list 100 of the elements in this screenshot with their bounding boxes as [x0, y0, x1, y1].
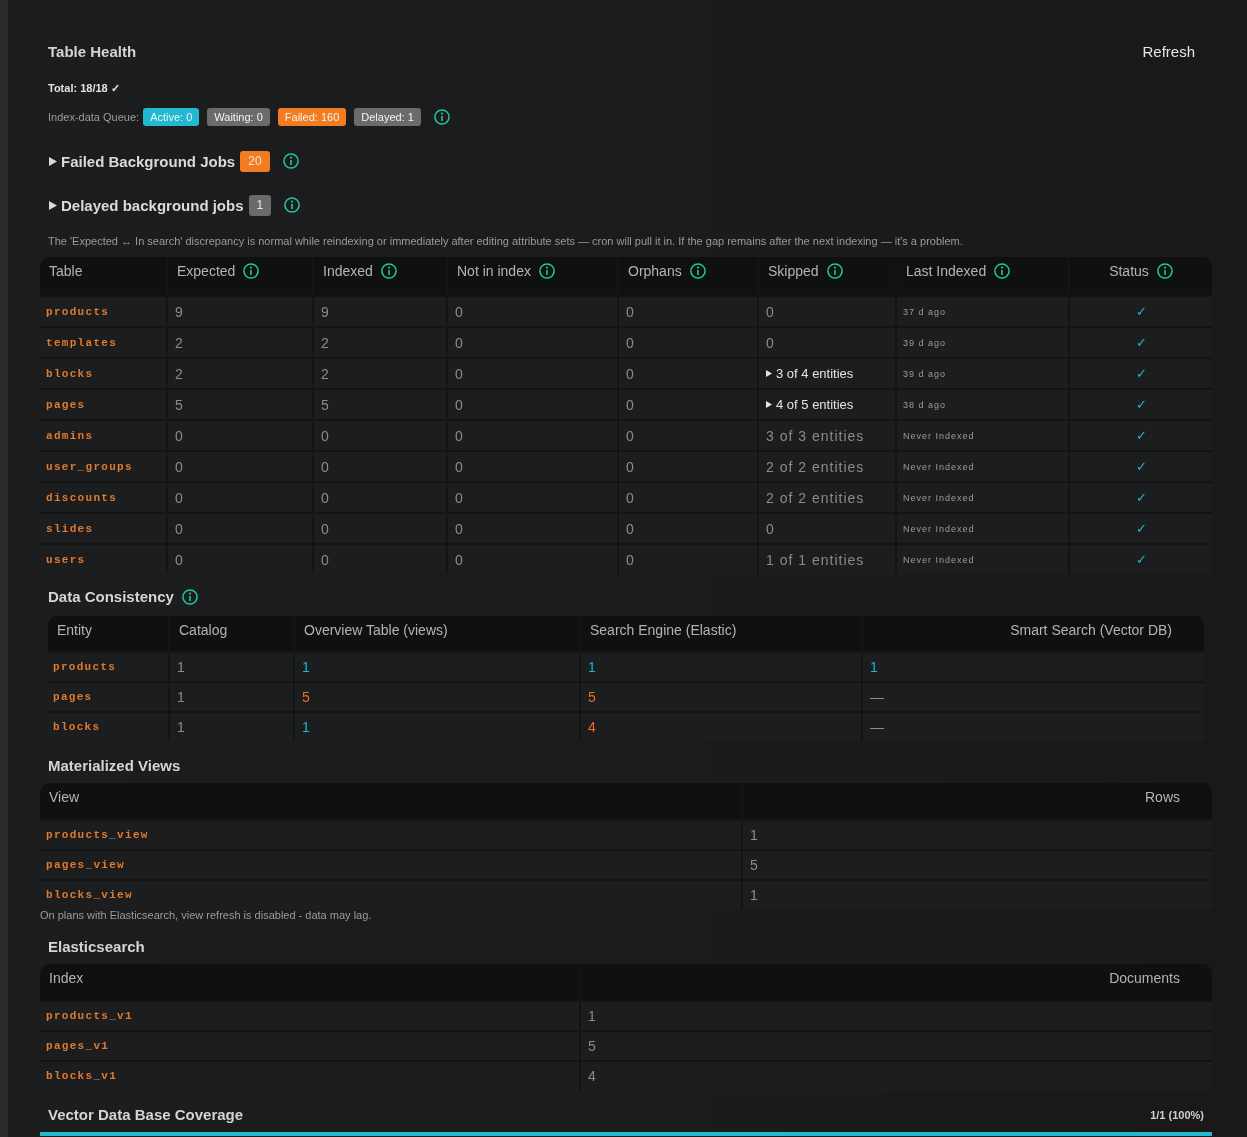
table-cell: 0: [448, 483, 617, 512]
table-cell: 0: [448, 390, 617, 419]
status-cell: ✓: [1070, 359, 1212, 388]
status-cell: ✓: [1070, 483, 1212, 512]
column-header: Smart Search (Vector DB): [863, 616, 1204, 651]
table-cell: —: [863, 683, 1204, 711]
table-cell: 0: [168, 483, 312, 512]
info-icon[interactable]: [826, 263, 843, 279]
info-icon[interactable]: [433, 109, 450, 125]
status-cell: ✓: [1070, 297, 1212, 326]
table-cell: 5: [168, 390, 312, 419]
table-cell: products_view: [40, 821, 741, 849]
table-cell: discounts: [40, 483, 166, 512]
section-title: Elasticsearch: [48, 937, 145, 957]
column-label: Expected: [177, 263, 236, 279]
caret-icon: [49, 200, 57, 210]
table-cell: 0: [759, 328, 895, 357]
info-icon[interactable]: [689, 263, 706, 279]
table-cell: blocks_v1: [40, 1062, 579, 1090]
table-cell: 0: [168, 514, 312, 543]
column-header: Overview Table (views): [295, 616, 579, 651]
table-cell: 1: [743, 821, 1212, 849]
coverage-reading: 1/1 (100%): [1150, 1109, 1204, 1121]
table-cell: user_groups: [40, 452, 166, 481]
table-cell: Never Indexed: [897, 483, 1068, 512]
table-cell: —: [863, 713, 1204, 741]
table-cell: 0: [314, 421, 446, 450]
section-title: Materialized Views: [48, 756, 181, 776]
table-cell: 0: [448, 452, 617, 481]
table-cell: Never Indexed: [897, 421, 1068, 450]
table-cell: 5: [743, 851, 1212, 879]
table-cell: 37 d ago: [897, 297, 1068, 326]
column-label: Orphans: [628, 263, 682, 279]
table-cell: users: [40, 545, 166, 574]
table-cell: 1: [295, 653, 579, 681]
info-icon[interactable]: [181, 589, 198, 605]
skipped-toggle[interactable]: 3 of 4 entities: [766, 366, 854, 381]
table-cell: 2: [314, 359, 446, 388]
table-cell: 5: [581, 683, 861, 711]
status-cell: ✓: [1070, 328, 1212, 357]
table-cell: pages_view: [40, 851, 741, 879]
table-cell: 0: [759, 297, 895, 326]
table-cell: 0: [448, 514, 617, 543]
table-cell: 0: [314, 545, 446, 574]
column-label: Status: [1109, 263, 1149, 279]
table-cell: 2 of 2 entities: [759, 483, 895, 512]
info-icon[interactable]: [284, 197, 301, 213]
caret-icon: [49, 156, 57, 166]
table-cell: 1: [863, 653, 1204, 681]
refresh-note: On plans with Elasticsearch, view refresh is disabled - data may lag.: [40, 909, 373, 921]
table-cell: 3 of 3 entities: [759, 421, 895, 450]
status-cell: ✓: [1070, 545, 1212, 574]
table-cell: 4: [581, 1062, 1212, 1090]
table-cell: 0: [619, 452, 757, 481]
section-title: Vector Data Base Coverage: [48, 1105, 244, 1125]
table-cell: 1: [295, 713, 579, 741]
table-cell: 0: [168, 545, 312, 574]
table-cell: 4: [581, 713, 861, 741]
info-icon[interactable]: [380, 263, 397, 279]
info-icon[interactable]: [243, 263, 260, 279]
info-icon[interactable]: [538, 263, 555, 279]
info-icon[interactable]: [994, 263, 1011, 279]
table-cell: blocks_view: [40, 881, 741, 909]
table-cell: blocks: [40, 359, 166, 388]
table-cell: 5: [295, 683, 579, 711]
status-cell: ✓: [1070, 452, 1212, 481]
skipped-toggle[interactable]: 4 of 5 entities: [766, 397, 854, 412]
table-cell: 39 d ago: [897, 359, 1068, 388]
jobs-toggle[interactable]: Delayed background jobs: [48, 196, 244, 214]
column-label: Indexed: [323, 263, 373, 279]
table-cell: 9: [168, 297, 312, 326]
table-cell: 0: [619, 545, 757, 574]
table-cell: 38 d ago: [897, 390, 1068, 419]
table-cell: 1 of 1 entities: [759, 545, 895, 574]
table-cell: 0: [619, 390, 757, 419]
queue-badge: Active: 0: [143, 108, 200, 126]
table-cell: Never Indexed: [897, 545, 1068, 574]
jobs-toggle[interactable]: Failed Background Jobs: [48, 152, 236, 170]
column-label: Skipped: [768, 263, 819, 279]
table-cell: 0: [619, 328, 757, 357]
table-cell: 0: [619, 359, 757, 388]
table-cell: 0: [448, 297, 617, 326]
table-cell: pages: [48, 683, 168, 711]
table-cell: Never Indexed: [897, 514, 1068, 543]
count-badge: 20: [240, 150, 270, 172]
section-title: Data Consistency: [48, 587, 174, 607]
table-cell: 0: [448, 359, 617, 388]
total-summary: Total: 18/18 ✓: [47, 81, 121, 95]
refresh-button[interactable]: Refresh: [1142, 40, 1195, 64]
caret-icon: [766, 401, 772, 408]
queue-badge: Waiting: 0: [207, 108, 270, 126]
column-header: Search Engine (Elastic): [581, 616, 861, 651]
table-cell: 0: [619, 297, 757, 326]
table-cell: admins: [40, 421, 166, 450]
section-title: Table Health: [48, 42, 137, 62]
table-cell: 1: [581, 653, 861, 681]
table-cell: 0: [759, 514, 895, 543]
info-icon[interactable]: [282, 153, 299, 169]
info-icon[interactable]: [1156, 263, 1173, 279]
table-cell: 1: [170, 683, 293, 711]
